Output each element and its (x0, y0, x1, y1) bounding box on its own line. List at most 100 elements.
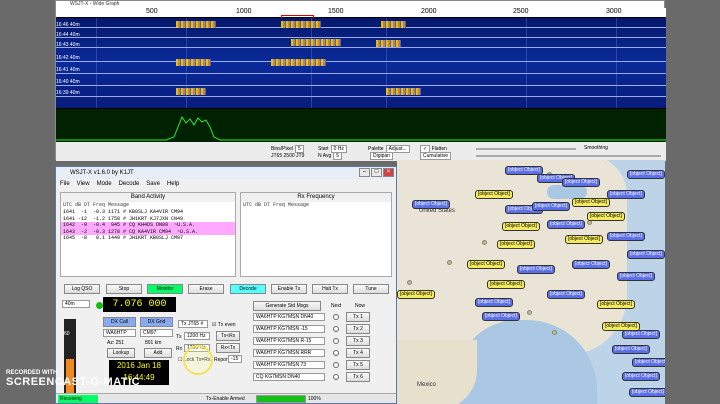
menu-help[interactable]: Help (167, 179, 179, 189)
stop-button[interactable]: Stop (106, 284, 142, 294)
report-spinbox[interactable]: -15 (228, 355, 242, 363)
map-spot-tag[interactable]: [object Object] (475, 298, 513, 307)
map-spot-tag[interactable]: [object Object] (587, 212, 625, 221)
map-spot-tag[interactable]: [object Object] (607, 232, 645, 241)
tx2-message[interactable]: WA6HTP KG7MSN -15 (253, 325, 325, 333)
map-spot-tag[interactable]: [object Object] (562, 178, 600, 187)
add-button[interactable]: Add (144, 348, 172, 358)
tx5-next-radio[interactable] (333, 362, 339, 368)
decode-row[interactable]: 1645 -8 0.1 1440 # JH1KRT KB0SLJ CM97 (61, 235, 235, 242)
menu-view[interactable]: View (77, 179, 90, 189)
menu-file[interactable]: File (60, 179, 70, 189)
waterfall-time-label: 16:43 40m (56, 42, 80, 48)
tx6-now-button[interactable]: Tx 6 (346, 372, 370, 382)
rx-from-tx-button[interactable]: Rx<Tx (216, 343, 240, 353)
minimize-icon[interactable]: – (359, 168, 370, 177)
map-spot-tag[interactable]: [object Object] (627, 250, 665, 259)
map-spot-tag[interactable]: [object Object] (467, 260, 505, 269)
map-spot-tag[interactable]: [object Object] (502, 222, 540, 231)
tx-even-checkbox[interactable]: ☑ Tx even (212, 322, 236, 328)
tx5-message[interactable]: WA6HTP KG7MSN 73 (253, 361, 325, 369)
tx-freq-label: Tx (176, 334, 182, 340)
tx-from-rx-button[interactable]: Tx<Rx (216, 331, 240, 341)
navg-label: N Avg (318, 153, 332, 159)
tx1-message[interactable]: WA6HTP KG7MSN DN40 (253, 313, 325, 321)
gain-slider[interactable] (476, 148, 576, 150)
close-icon[interactable]: × (383, 168, 394, 177)
map-spot-tag[interactable]: [object Object] (617, 272, 655, 281)
lookup-button[interactable]: Lookup (107, 348, 135, 358)
tx4-message[interactable]: WA6HTP KG7MSN RRR (253, 349, 325, 357)
menu-decode[interactable]: Decode (119, 179, 140, 189)
band-activity-panel[interactable]: Band Activity UTC dB DT Freq Message 164… (60, 192, 236, 277)
bins-label: Bins/Pixel (271, 146, 293, 152)
map-spot-tag[interactable]: [object Object] (565, 235, 603, 244)
halt-tx-button[interactable]: Halt Tx (312, 284, 348, 294)
progress-text: 100% (308, 396, 321, 402)
tune-button[interactable]: Tune (353, 284, 389, 294)
tx2-now-button[interactable]: Tx 2 (346, 324, 370, 334)
tx2-next-radio[interactable] (333, 326, 339, 332)
bins-spinbox[interactable]: 5 (294, 145, 304, 153)
log-qso-button[interactable]: Log QSO (64, 284, 100, 294)
map-spot-tag[interactable]: [object Object] (547, 290, 585, 299)
map-spot-tag[interactable]: [object Object] (517, 265, 555, 274)
dx-grid-label: DX Grid (140, 317, 173, 327)
map-spot-tag[interactable]: [object Object] (622, 372, 660, 381)
enable-tx-button[interactable]: Enable Tx (271, 284, 307, 294)
map-spot-tag[interactable]: [object Object] (572, 198, 610, 207)
propagation-map[interactable]: United States Mexico [object Object] [ob… (397, 160, 665, 404)
cumulative-select[interactable]: Cumulative (420, 152, 452, 160)
map-spot-tag[interactable]: [object Object] (629, 388, 665, 397)
navg-spinbox[interactable]: 5 (333, 152, 343, 160)
generate-std-msgs-button[interactable]: Generate Std Msgs (253, 301, 321, 311)
tx3-now-button[interactable]: Tx 3 (346, 336, 370, 346)
tx6-message[interactable]: CQ KG7MSN DN40 (253, 373, 325, 381)
dx-grid-input[interactable]: CM97 (140, 329, 173, 337)
tx1-next-radio[interactable] (333, 314, 339, 320)
zero-slider[interactable] (476, 155, 576, 157)
monitor-button[interactable]: Monitor (147, 284, 183, 294)
map-spot-tag[interactable]: [object Object] (487, 280, 525, 289)
decode-button[interactable]: Decode (230, 284, 266, 294)
map-spot-tag[interactable]: [object Object] (627, 170, 665, 179)
palette-select[interactable]: Digipan (370, 152, 393, 160)
distance-text: 801 km (145, 340, 162, 346)
map-spot-tag[interactable]: [object Object] (397, 290, 435, 299)
tx-enable-status: Tx-Enable Armed (206, 396, 245, 402)
tx5-now-button[interactable]: Tx 5 (346, 360, 370, 370)
jt65-range-label: JT65 2500 JT9 (271, 153, 305, 159)
map-spot-tag[interactable]: [object Object] (632, 358, 665, 367)
smoothing-slider[interactable] (576, 155, 661, 157)
menu-mode[interactable]: Mode (97, 179, 112, 189)
progress-bar (256, 395, 306, 403)
tx4-now-button[interactable]: Tx 4 (346, 348, 370, 358)
map-spot-tag[interactable]: [object Object] (532, 202, 570, 211)
menu-save[interactable]: Save (146, 179, 160, 189)
tx-freq-spinbox[interactable]: 1200 Hz (184, 332, 210, 340)
map-spot-tag[interactable]: [object Object] (475, 190, 513, 199)
tx6-next-radio[interactable] (333, 374, 339, 380)
waterfall-display[interactable]: 16:46 40m 16:44 40m 16:43 40m 16:42 40m … (56, 18, 666, 108)
map-spot-tag[interactable]: [object Object] (412, 200, 450, 209)
tx3-message[interactable]: WA6HTP KG7MSN R-15 (253, 337, 325, 345)
tx3-next-radio[interactable] (333, 338, 339, 344)
frequency-scale[interactable]: 500 1000 1500 2000 2500 3000 (56, 8, 666, 18)
map-spot-tag[interactable]: [object Object] (612, 345, 650, 354)
mode-select[interactable]: Tx JT65 # (178, 320, 208, 328)
tx1-now-button[interactable]: Tx 1 (346, 312, 370, 322)
map-spot-tag[interactable]: [object Object] (547, 220, 585, 229)
erase-button[interactable]: Erase (188, 284, 224, 294)
maximize-icon[interactable]: □ (371, 168, 382, 177)
tx4-next-radio[interactable] (333, 350, 339, 356)
waterfall-time-label: 16:44 40m (56, 32, 80, 38)
band-select[interactable]: 40m (62, 300, 90, 308)
map-spot-tag[interactable]: [object Object] (622, 330, 660, 339)
rx-frequency-panel[interactable]: Rx Frequency UTC dB DT Freq Message (240, 192, 392, 277)
map-spot-tag[interactable]: [object Object] (497, 240, 535, 249)
map-spot-tag[interactable]: [object Object] (597, 300, 635, 309)
map-spot-tag[interactable]: [object Object] (607, 190, 645, 199)
map-spot-tag[interactable]: [object Object] (572, 260, 610, 269)
map-spot-tag[interactable]: [object Object] (482, 312, 520, 321)
dx-call-input[interactable]: WA6HTP (103, 329, 136, 337)
